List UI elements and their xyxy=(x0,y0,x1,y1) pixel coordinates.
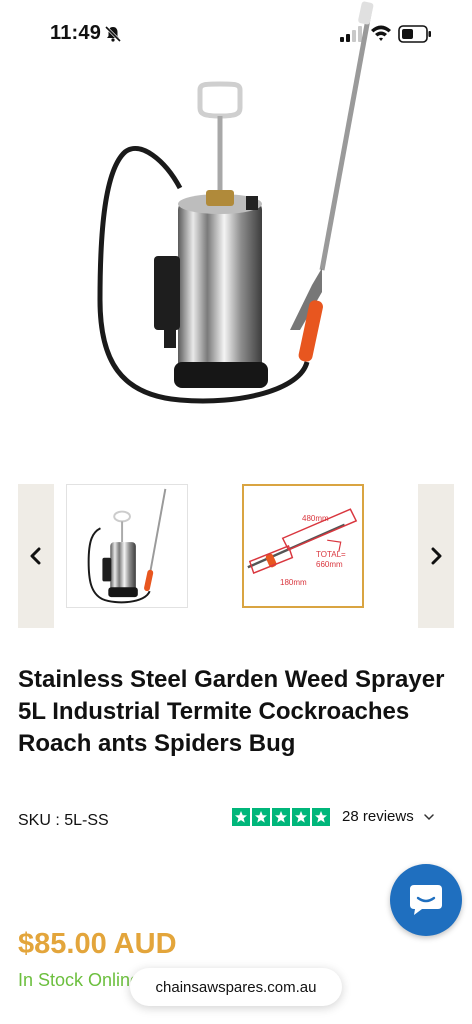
star-icon xyxy=(232,808,250,826)
chat-icon xyxy=(410,885,442,915)
thumbnail-2[interactable]: 480mm TOTAL= 660mm 180mm xyxy=(242,484,364,608)
chevron-down-icon xyxy=(423,813,434,820)
thumbnail-carousel: 480mm TOTAL= 660mm 180mm xyxy=(0,484,472,630)
chevron-right-icon xyxy=(431,547,442,565)
carousel-next-button[interactable] xyxy=(418,484,454,628)
product-title: Stainless Steel Garden Weed Sprayer 5L I… xyxy=(18,666,445,757)
star-icon xyxy=(252,808,270,826)
star-icon xyxy=(292,808,310,826)
thumbnail-1-image xyxy=(87,488,167,604)
reviews-count: 28 reviews xyxy=(342,808,414,825)
stock-status: In Stock Online xyxy=(18,970,141,990)
product-sku: SKU : 5L-SS xyxy=(18,812,109,829)
chevron-left-icon xyxy=(30,547,41,565)
star-icon xyxy=(312,808,330,826)
dimension-length-label: 480mm xyxy=(302,514,329,523)
dimension-total-label: TOTAL= 660mm xyxy=(316,550,346,569)
product-main-image[interactable] xyxy=(60,0,410,420)
browser-url-bar[interactable]: chainsawspares.com.au xyxy=(130,968,342,1006)
chat-button[interactable] xyxy=(390,864,462,936)
thumbnail-1[interactable] xyxy=(66,484,188,608)
dimension-handle-label: 180mm xyxy=(280,578,307,587)
carousel-prev-button[interactable] xyxy=(18,484,54,628)
reviews-dropdown[interactable]: 28 reviews xyxy=(342,808,434,825)
browser-url-text: chainsawspares.com.au xyxy=(155,978,317,996)
product-price: $85.00 AUD xyxy=(18,928,177,960)
trustpilot-stars[interactable] xyxy=(232,808,330,826)
thumbnail-2-dimension-diagram xyxy=(247,508,358,575)
star-icon xyxy=(272,808,290,826)
